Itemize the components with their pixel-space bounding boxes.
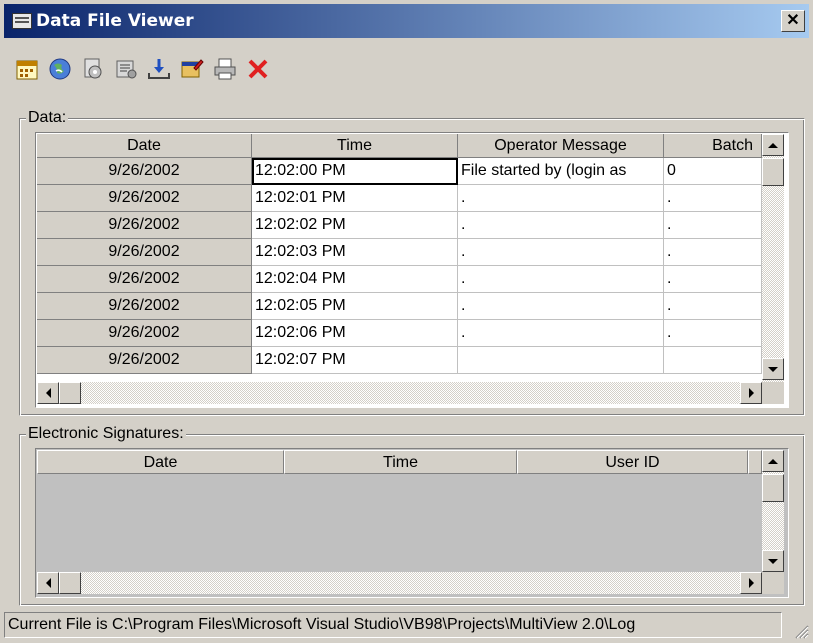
column-header-date[interactable]: Date xyxy=(37,450,284,474)
globe-button[interactable] xyxy=(45,54,75,84)
scroll-right-button[interactable] xyxy=(740,382,762,404)
cell-batch[interactable]: . xyxy=(664,212,762,239)
scroll-thumb[interactable] xyxy=(762,158,784,186)
scroll-down-button[interactable] xyxy=(762,358,784,380)
cell-batch[interactable]: . xyxy=(664,239,762,266)
data-group-label: Data: xyxy=(26,109,69,127)
cell-time[interactable]: 12:02:05 PM xyxy=(252,293,458,320)
delete-button[interactable] xyxy=(243,54,273,84)
delete-x-icon xyxy=(248,59,268,79)
scroll-left-button[interactable] xyxy=(37,382,59,404)
scroll-left-button[interactable] xyxy=(37,572,59,594)
close-button[interactable]: ✕ xyxy=(781,10,805,32)
settings-doc-button[interactable] xyxy=(78,54,108,84)
column-header-operator-message[interactable]: Operator Message xyxy=(458,134,664,158)
properties-icon xyxy=(181,59,204,78)
cell-time[interactable]: 12:02:04 PM xyxy=(252,266,458,293)
cell-operator-message[interactable]: . xyxy=(458,212,664,239)
cell-operator-message[interactable]: . xyxy=(458,293,664,320)
cell-time[interactable]: 12:02:03 PM xyxy=(252,239,458,266)
arrow-left-icon xyxy=(45,578,51,588)
title-bar[interactable]: Data File Viewer ✕ xyxy=(4,4,809,38)
scroll-thumb[interactable] xyxy=(762,474,784,502)
status-bar: Current File is C:\Program Files\Microso… xyxy=(4,612,782,638)
globe-icon xyxy=(49,58,71,80)
calendar-button[interactable] xyxy=(12,54,42,84)
cell-time[interactable]: 12:02:06 PM xyxy=(252,320,458,347)
arrow-down-icon xyxy=(768,366,778,372)
scroll-right-button[interactable] xyxy=(740,572,762,594)
cell-time[interactable]: 12:02:00 PM xyxy=(252,158,458,185)
scroll-up-button[interactable] xyxy=(762,450,784,472)
data-grid[interactable]: Date Time Operator Message Batch 9/26/20… xyxy=(35,132,789,408)
cell-date[interactable]: 9/26/2002 xyxy=(37,239,252,266)
cell-date[interactable]: 9/26/2002 xyxy=(37,266,252,293)
cell-date[interactable]: 9/26/2002 xyxy=(37,212,252,239)
doc-icon xyxy=(116,60,137,79)
column-header-filler xyxy=(748,450,762,474)
calendar-icon xyxy=(16,60,38,80)
cell-time[interactable]: 12:02:07 PM xyxy=(252,347,458,374)
cell-date[interactable]: 9/26/2002 xyxy=(37,347,252,374)
column-header-user-id[interactable]: User ID xyxy=(517,450,748,474)
document-button[interactable] xyxy=(111,54,141,84)
download-button[interactable] xyxy=(144,54,174,84)
download-tray-icon xyxy=(148,59,170,79)
column-header-time[interactable]: Time xyxy=(284,450,517,474)
cell-operator-message[interactable] xyxy=(458,347,664,374)
arrow-up-icon xyxy=(768,458,778,464)
arrow-right-icon xyxy=(748,388,754,398)
scroll-corner xyxy=(762,572,784,594)
arrow-right-icon xyxy=(748,578,754,588)
column-header-time[interactable]: Time xyxy=(252,134,458,158)
arrow-left-icon xyxy=(45,388,51,398)
cell-batch[interactable]: . xyxy=(664,293,762,320)
print-button[interactable] xyxy=(210,54,240,84)
scroll-corner xyxy=(762,382,784,404)
cell-operator-message[interactable]: . xyxy=(458,320,664,347)
cell-batch[interactable]: . xyxy=(664,320,762,347)
properties-button[interactable] xyxy=(177,54,207,84)
arrow-down-icon xyxy=(768,558,778,564)
gear-doc-icon xyxy=(84,58,102,79)
column-header-date[interactable]: Date xyxy=(37,134,252,158)
window-title: Data File Viewer xyxy=(36,11,194,31)
arrow-up-icon xyxy=(768,142,778,148)
app-window-icon xyxy=(12,13,32,29)
signatures-vertical-scrollbar[interactable] xyxy=(762,450,784,572)
cell-time[interactable]: 12:02:01 PM xyxy=(252,185,458,212)
cell-batch[interactable] xyxy=(664,347,762,374)
cell-date[interactable]: 9/26/2002 xyxy=(37,185,252,212)
cell-batch[interactable]: . xyxy=(664,266,762,293)
data-horizontal-scrollbar[interactable] xyxy=(37,382,762,404)
data-vertical-scrollbar[interactable] xyxy=(762,134,784,382)
cell-operator-message[interactable]: File started by (login as xyxy=(458,158,664,185)
scroll-thumb[interactable] xyxy=(59,572,81,594)
scroll-up-button[interactable] xyxy=(762,134,784,156)
column-header-batch[interactable]: Batch xyxy=(664,134,762,158)
signatures-horizontal-scrollbar[interactable] xyxy=(37,572,762,594)
cell-date[interactable]: 9/26/2002 xyxy=(37,320,252,347)
cell-time[interactable]: 12:02:02 PM xyxy=(252,212,458,239)
scroll-down-button[interactable] xyxy=(762,550,784,572)
cell-operator-message[interactable]: . xyxy=(458,239,664,266)
signatures-group-label: Electronic Signatures: xyxy=(26,425,186,443)
cell-batch[interactable]: 0 xyxy=(664,158,762,185)
resize-grip-icon[interactable] xyxy=(793,623,809,639)
cell-date[interactable]: 9/26/2002 xyxy=(37,293,252,320)
data-file-viewer-window: Data File Viewer ✕ Data: Date Time Opera… xyxy=(0,0,813,643)
signatures-grid[interactable]: Date Time User ID xyxy=(35,448,789,598)
cell-operator-message[interactable]: . xyxy=(458,266,664,293)
cell-operator-message[interactable]: . xyxy=(458,185,664,212)
printer-icon xyxy=(214,58,236,80)
cell-date[interactable]: 9/26/2002 xyxy=(37,158,252,185)
cell-batch[interactable]: . xyxy=(664,185,762,212)
scroll-thumb[interactable] xyxy=(59,382,81,404)
